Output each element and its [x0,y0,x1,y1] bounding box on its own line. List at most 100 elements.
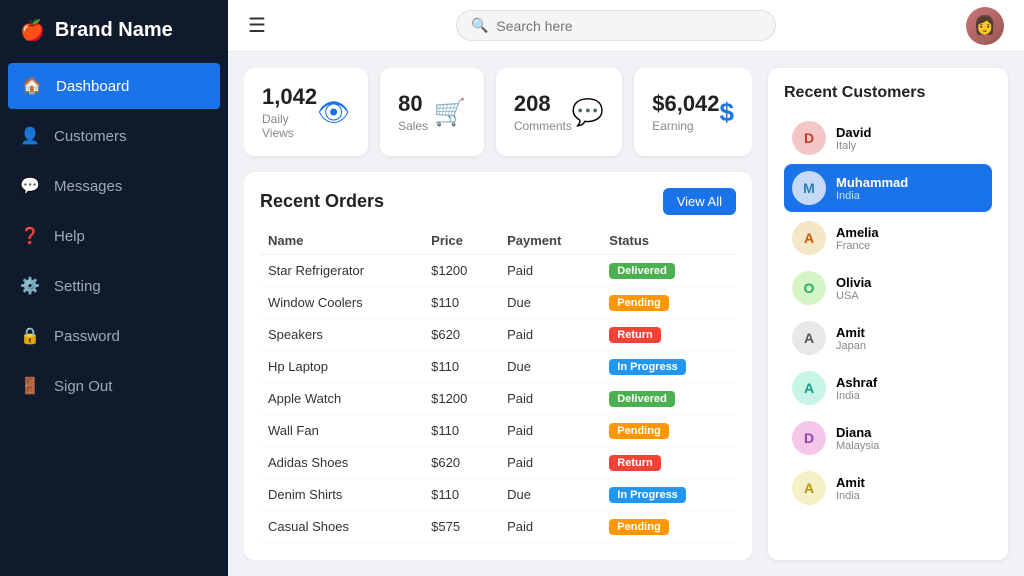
customer-country: India [836,190,908,202]
col-payment: Payment [499,227,601,255]
customers-title: Recent Customers [784,84,992,102]
lock-icon: 🔒 [20,326,40,346]
stat-card-views: 1,042 Daily Views 👁 [244,68,368,156]
messages-icon: 💬 [20,176,40,196]
customer-name: Olivia [836,275,871,290]
customer-country: USA [836,290,871,302]
list-item[interactable]: A Amit India [784,464,992,512]
stat-info-views: 1,042 Daily Views [262,84,317,140]
order-payment: Due [499,351,601,383]
sidebar-item-label: Customers [54,128,127,145]
sidebar-item-label: Dashboard [56,78,129,95]
status-badge: Delivered [609,391,675,407]
order-payment: Paid [499,447,601,479]
stat-card-comments: 208 Comments 💬 [496,68,622,156]
order-status: Delivered [601,383,736,415]
view-all-button[interactable]: View All [663,188,736,215]
order-payment: Paid [499,511,601,543]
customer-name: Amelia [836,225,879,240]
stat-info-sales: 80 Sales [398,91,428,133]
customer-info: Amelia France [836,225,879,252]
search-icon: 🔍 [471,17,488,34]
customer-name: David [836,125,871,140]
stat-label-earning: Earning [652,119,719,133]
customer-name: Amit [836,325,866,340]
table-row: Wall Fan $110 Paid Pending [260,415,736,447]
order-payment: Paid [499,383,601,415]
order-name: Wall Fan [260,415,423,447]
recent-customers-panel: Recent Customers D David Italy M Muhamma… [768,68,1008,560]
avatar: A [792,221,826,255]
hamburger-menu[interactable]: ☰ [248,13,266,38]
sidebar-item-customers[interactable]: 👤 Customers [0,111,228,161]
order-payment: Paid [499,415,601,447]
order-payment: Paid [499,319,601,351]
stat-label-comments: Comments [514,119,572,133]
customer-info: Amit India [836,475,865,502]
list-item[interactable]: M Muhammad India [784,164,992,212]
user-avatar[interactable]: 👩 [966,7,1004,45]
content-area: 1,042 Daily Views 👁 80 Sales 🛒 208 Com [228,52,1024,576]
list-item[interactable]: D David Italy [784,114,992,162]
search-input[interactable] [496,18,761,34]
orders-card: Recent Orders View All Name Price Paymen… [244,172,752,560]
search-bar[interactable]: 🔍 [456,10,776,41]
order-name: Hp Laptop [260,351,423,383]
apple-icon: 🍎 [20,18,45,43]
order-price: $620 [423,447,499,479]
stat-label-views: Daily Views [262,112,317,140]
help-icon: ❓ [20,226,40,246]
order-payment: Paid [499,255,601,287]
status-badge: Pending [609,295,668,311]
avatar: A [792,321,826,355]
sidebar-item-messages[interactable]: 💬 Messages [0,161,228,211]
order-price: $110 [423,415,499,447]
order-status: In Progress [601,479,736,511]
sidebar-item-signout[interactable]: 🚪 Sign Out [0,361,228,411]
status-badge: Delivered [609,263,675,279]
status-badge: Return [609,455,660,471]
sidebar-item-setting[interactable]: ⚙️ Setting [0,261,228,311]
table-row: Apple Watch $1200 Paid Delivered [260,383,736,415]
avatar: A [792,371,826,405]
order-status: Return [601,447,736,479]
chat-icon: 💬 [572,97,604,128]
list-item[interactable]: D Diana Malaysia [784,414,992,462]
customer-country: India [836,390,877,402]
order-price: $1200 [423,255,499,287]
stat-value-comments: 208 [514,91,572,117]
order-name: Speakers [260,319,423,351]
order-name: Star Refrigerator [260,255,423,287]
avatar: D [792,121,826,155]
list-item[interactable]: A Ashraf India [784,364,992,412]
sidebar-item-dashboard[interactable]: 🏠 Dashboard [8,63,220,109]
col-status: Status [601,227,736,255]
order-price: $575 [423,511,499,543]
stat-value-sales: 80 [398,91,428,117]
brand-name: Brand Name [55,19,173,42]
customer-info: Muhammad India [836,175,908,202]
customer-info: Amit Japan [836,325,866,352]
table-row: Denim Shirts $110 Due In Progress [260,479,736,511]
sidebar-item-help[interactable]: ❓ Help [0,211,228,261]
stat-card-earning: $6,042 Earning $ [634,68,752,156]
eye-icon: 👁 [317,97,350,128]
table-row: Hp Laptop $110 Due In Progress [260,351,736,383]
table-row: Casual Shoes $575 Paid Pending [260,511,736,543]
sidebar-item-label: Help [54,228,85,245]
status-badge: In Progress [609,359,686,375]
order-price: $620 [423,319,499,351]
stat-info-earning: $6,042 Earning [652,91,719,133]
list-item[interactable]: O Olivia USA [784,264,992,312]
stat-label-sales: Sales [398,119,428,133]
customer-country: India [836,490,865,502]
stat-value-views: 1,042 [262,84,317,110]
list-item[interactable]: A Amit Japan [784,314,992,362]
customer-info: Olivia USA [836,275,871,302]
customer-name: Amit [836,475,865,490]
list-item[interactable]: A Amelia France [784,214,992,262]
sidebar-item-password[interactable]: 🔒 Password [0,311,228,361]
header: ☰ 🔍 👩 [228,0,1024,52]
stat-card-sales: 80 Sales 🛒 [380,68,484,156]
order-status: Pending [601,511,736,543]
